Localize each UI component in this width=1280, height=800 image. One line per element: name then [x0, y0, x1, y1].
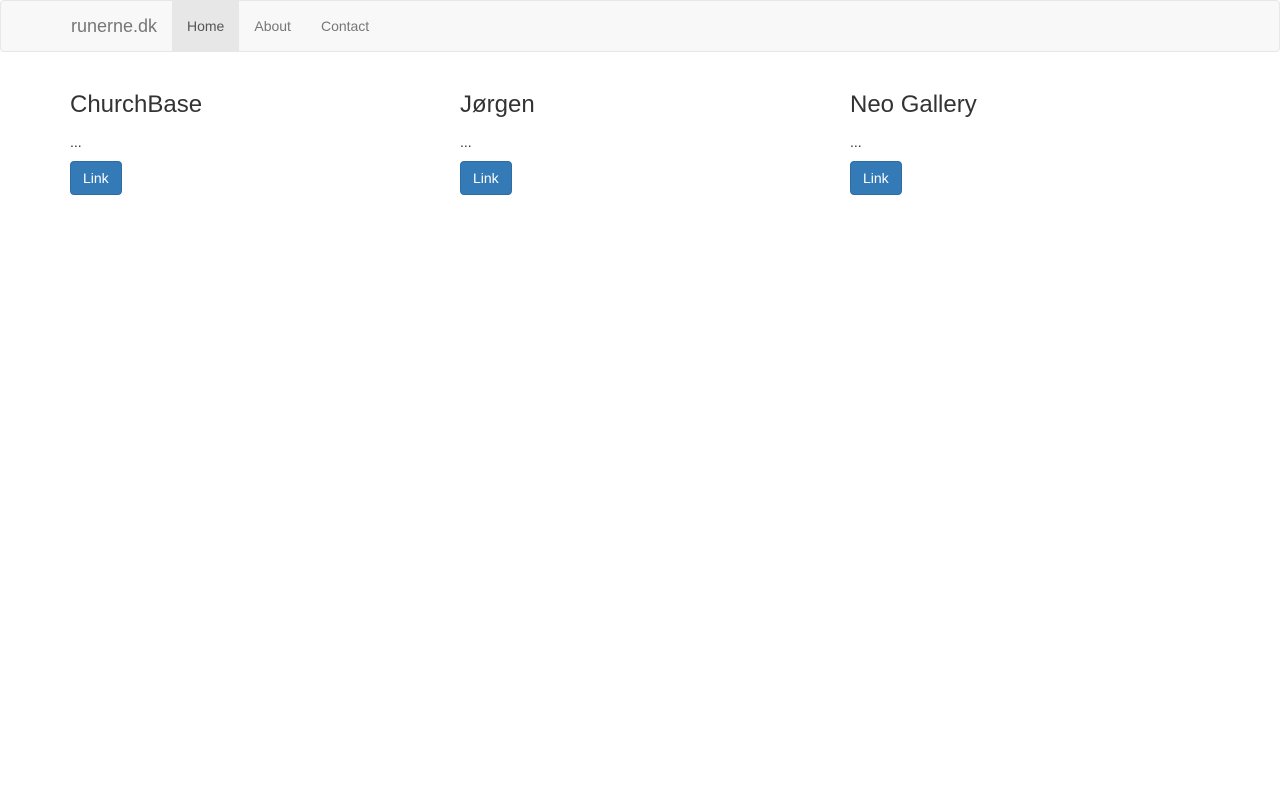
- column-neo-gallery: Neo Gallery ... Link: [850, 88, 1210, 195]
- nav-menu: Home About Contact: [172, 1, 384, 51]
- link-button[interactable]: Link: [70, 161, 122, 195]
- column-title: Neo Gallery: [850, 91, 977, 118]
- column-text: ...: [70, 134, 82, 150]
- nav-item-home[interactable]: Home: [172, 1, 240, 51]
- column-title: ChurchBase: [70, 91, 203, 118]
- link-button[interactable]: Link: [460, 161, 512, 195]
- column-jorgen: Jørgen ... Link: [460, 88, 820, 195]
- top-navbar: runerne.dk Home About Contact: [0, 0, 1280, 52]
- brand-link[interactable]: runerne.dk: [71, 1, 157, 51]
- nav-item-about[interactable]: About: [239, 1, 306, 51]
- column-text: ...: [460, 134, 472, 150]
- link-button[interactable]: Link: [850, 161, 902, 195]
- column-title: Jørgen: [460, 91, 535, 118]
- column-text: ...: [850, 134, 862, 150]
- nav-item-contact[interactable]: Contact: [306, 1, 384, 51]
- column-churchbase: ChurchBase ... Link: [70, 88, 430, 195]
